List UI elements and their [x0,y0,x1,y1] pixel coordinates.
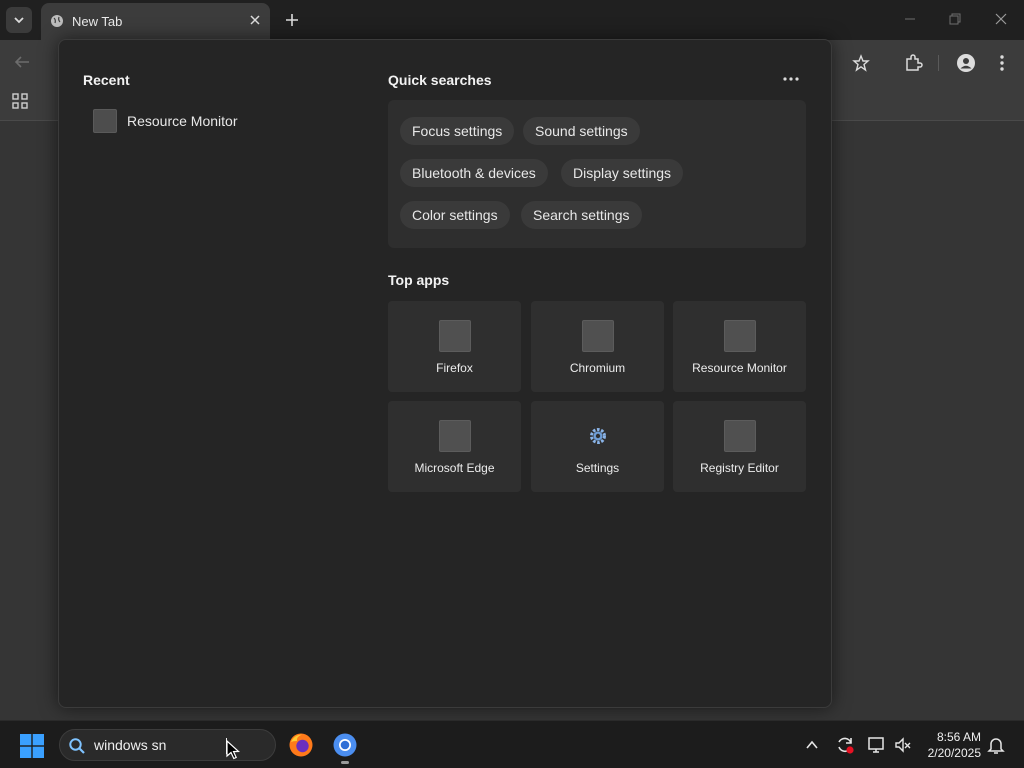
network-monitor-icon[interactable] [867,735,887,755]
browser-tabstrip: New Tab [0,0,1024,40]
recent-item[interactable]: Resource Monitor [93,108,238,134]
app-tile-microsoft-edge[interactable]: Microsoft Edge [388,401,521,492]
search-flyout: Recent Resource Monitor Quick searches F… [58,39,832,708]
chevron-down-icon [14,17,24,24]
app-placeholder-icon [439,420,471,452]
tab-search-button[interactable] [6,7,32,33]
app-tile-resource-monitor[interactable]: Resource Monitor [673,301,806,392]
app-placeholder-icon [439,320,471,352]
speaker-muted-icon[interactable] [893,735,913,755]
toolbar-divider [938,55,939,71]
app-tile-label: Microsoft Edge [414,461,495,475]
app-tile-label: Chromium [569,361,626,375]
quick-searches-title: Quick searches [388,72,492,88]
chip-focus-settings[interactable]: Focus settings [400,117,515,145]
gear-icon [582,420,614,452]
new-tab-icon[interactable] [282,10,302,30]
app-placeholder-icon [724,320,756,352]
taskbar-search-box[interactable] [59,729,276,761]
windows-start-icon[interactable] [20,734,44,758]
clock-time: 8:56 AM [936,730,981,744]
recent-item-label: Resource Monitor [127,113,238,129]
quick-searches-panel: Focus settings Sound settings Bluetooth … [388,100,806,248]
more-horizontal-icon [783,77,799,81]
chip-color-settings[interactable]: Color settings [400,201,510,229]
star-icon[interactable] [852,54,870,72]
chip-sound-settings[interactable]: Sound settings [523,117,640,145]
search-icon [69,738,85,754]
app-tile-registry-editor[interactable]: Registry Editor [673,401,806,492]
app-tile-chromium[interactable]: Chromium [531,301,664,392]
chip-display-settings[interactable]: Display settings [561,159,684,187]
top-apps-title: Top apps [388,272,450,288]
extensions-icon[interactable] [903,53,923,73]
app-tile-label: Resource Monitor [692,361,787,375]
update-sync-icon[interactable] [835,735,855,755]
taskbar: 8:56 AM 2/20/2025 [0,720,1024,768]
running-app-indicator [341,761,349,764]
app-placeholder-icon [582,320,614,352]
close-window-icon[interactable] [993,11,1009,27]
app-tile-label: Firefox [436,361,473,375]
app-placeholder-icon [93,109,117,133]
app-tile-firefox[interactable]: Firefox [388,301,521,392]
app-tile-settings[interactable]: Settings [531,401,664,492]
notification-bell-icon[interactable] [987,735,1005,755]
app-placeholder-icon [724,420,756,452]
mouse-pointer-icon [226,740,240,760]
clock-date: 2/20/2025 [927,746,981,760]
recent-title: Recent [83,72,130,88]
app-tile-label: Registry Editor [700,461,779,475]
close-tab-icon[interactable] [248,13,262,27]
chromium-icon[interactable] [332,732,358,758]
more-options-button[interactable] [779,70,803,88]
system-clock[interactable]: 8:56 AM 2/20/2025 [928,729,981,761]
minimize-icon[interactable] [902,11,918,27]
tab-title: New Tab [72,14,123,29]
restore-icon[interactable] [947,11,963,27]
firefox-icon[interactable] [288,732,314,758]
apps-grid-icon[interactable] [11,92,29,110]
back-arrow-icon[interactable] [13,54,31,70]
globe-icon [51,15,63,27]
browser-tab[interactable]: New Tab [41,3,270,40]
chevron-up-icon[interactable] [805,738,819,752]
app-tile-label: Settings [575,461,620,475]
profile-avatar-icon[interactable] [956,53,976,73]
chip-search-settings[interactable]: Search settings [521,201,642,229]
chip-bluetooth-devices[interactable]: Bluetooth & devices [400,159,548,187]
kebab-menu-icon[interactable] [996,53,1008,73]
